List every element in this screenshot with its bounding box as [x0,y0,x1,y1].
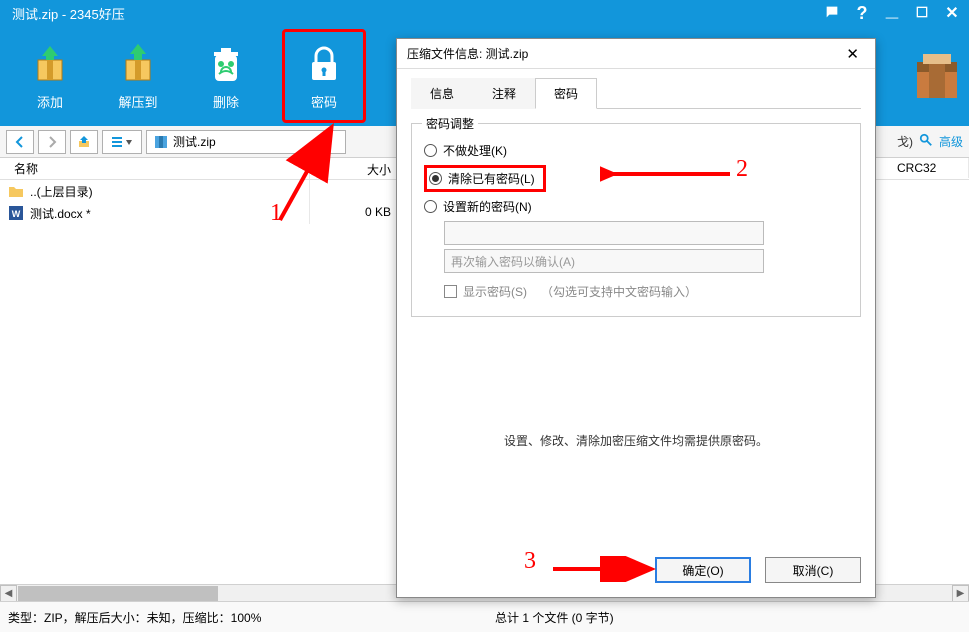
radio-label: 清除已有密码(L) [448,170,535,187]
checkbox-label: 显示密码(S) [463,283,527,300]
show-password-checkbox[interactable]: 显示密码(S) （勾选可支持中文密码输入） [444,283,848,300]
add-button-label: 添加 [37,92,63,111]
search-icon[interactable] [919,133,933,150]
window-title: 测试.zip - 2345好压 [12,4,125,23]
password-input[interactable] [444,221,764,245]
password-button[interactable]: 密码 [282,29,366,123]
checkbox-icon [444,285,457,298]
delete-button[interactable]: 删除 [194,34,258,118]
view-menu-button[interactable] [102,130,142,154]
addrbar-right-text: 戈) [897,133,913,150]
delete-button-label: 删除 [213,92,239,111]
advanced-link[interactable]: 高级 [939,133,963,150]
password-hint-text: 设置、修改、清除加密压缩文件均需提供原密码。 [411,432,861,449]
scroll-right-icon[interactable]: ▶ [952,585,969,602]
status-left: 类型：ZIP，解压后大小：未知，压缩比：100% [8,609,261,626]
svg-text:W: W [12,209,21,219]
add-button[interactable]: 添加 [18,34,82,118]
tab-comment[interactable]: 注释 [473,78,535,109]
password-groupbox: 密码调整 不做处理(K) 清除已有密码(L) 设置新的密码(N) 再次输入密码以… [411,123,861,317]
lock-icon [302,42,346,86]
radio-icon [424,144,437,157]
radio-label: 不做处理(K) [443,142,507,159]
dialog-tabs: 信息 注释 密码 [411,77,861,109]
password-button-label: 密码 [311,92,337,111]
chat-icon[interactable] [821,4,843,23]
group-legend: 密码调整 [422,115,478,132]
radio-clear[interactable]: 清除已有密码(L) [424,165,546,192]
address-path: 测试.zip [173,133,216,150]
titlebar: 测试.zip - 2345好压 ? _ ✕ [0,0,969,26]
window-controls: ? _ ✕ [821,0,963,26]
nav-back-button[interactable] [6,130,34,154]
tab-password[interactable]: 密码 [535,78,597,109]
radio-icon [429,172,442,185]
extract-button[interactable]: 解压到 [106,34,170,118]
nav-forward-button[interactable] [38,130,66,154]
status-mid: 总计 1 个文件 (0 字节) [495,609,614,626]
checkbox-hint: （勾选可支持中文密码输入） [541,283,697,300]
minimize-icon[interactable]: _ [881,4,903,14]
col-size: 大小 [310,158,400,179]
dialog-titlebar[interactable]: 压缩文件信息: 测试.zip ✕ [397,39,875,69]
extract-button-label: 解压到 [118,92,157,111]
trash-icon [204,42,248,86]
help-icon[interactable]: ? [851,3,873,24]
address-input[interactable]: 测试.zip [146,130,346,154]
maximize-icon[interactable] [911,4,933,23]
file-info-dialog: 压缩文件信息: 测试.zip ✕ 信息 注释 密码 密码调整 不做处理(K) 清… [396,38,876,598]
row-size: 0 KB [310,202,400,224]
ok-button[interactable]: 确定(O) [655,557,751,583]
password-confirm-input[interactable]: 再次输入密码以确认(A) [444,249,764,273]
zip-file-icon [153,134,169,150]
row-name: ..(上层目录) [30,183,93,200]
close-icon[interactable]: ✕ [941,3,963,23]
addressbar-right: 戈) 高级 [897,133,963,150]
radio-label: 设置新的密码(N) [443,198,532,215]
dialog-title: 压缩文件信息: 测试.zip [407,45,528,62]
scroll-thumb[interactable] [18,586,218,601]
status-bar: 类型：ZIP，解压后大小：未知，压缩比：100% 总计 1 个文件 (0 字节) [0,602,969,632]
background-archive-icon [909,48,965,104]
col-crc: CRC32 [889,158,969,178]
folder-up-icon [8,183,24,199]
tab-info[interactable]: 信息 [411,78,473,109]
dialog-close-icon[interactable]: ✕ [840,45,865,63]
dialog-buttons: 确定(O) 取消(C) [397,551,875,597]
cancel-button[interactable]: 取消(C) [765,557,861,583]
radio-set-new[interactable]: 设置新的密码(N) [424,198,848,215]
col-name: 名称 [14,160,38,177]
radio-none[interactable]: 不做处理(K) [424,142,848,159]
extract-icon [116,42,160,86]
docx-file-icon: W [8,205,24,221]
row-size [310,180,400,202]
add-archive-icon [28,42,72,86]
radio-icon [424,200,437,213]
nav-up-button[interactable] [70,130,98,154]
scroll-left-icon[interactable]: ◀ [0,585,17,602]
row-name: 测试.docx * [30,205,91,222]
